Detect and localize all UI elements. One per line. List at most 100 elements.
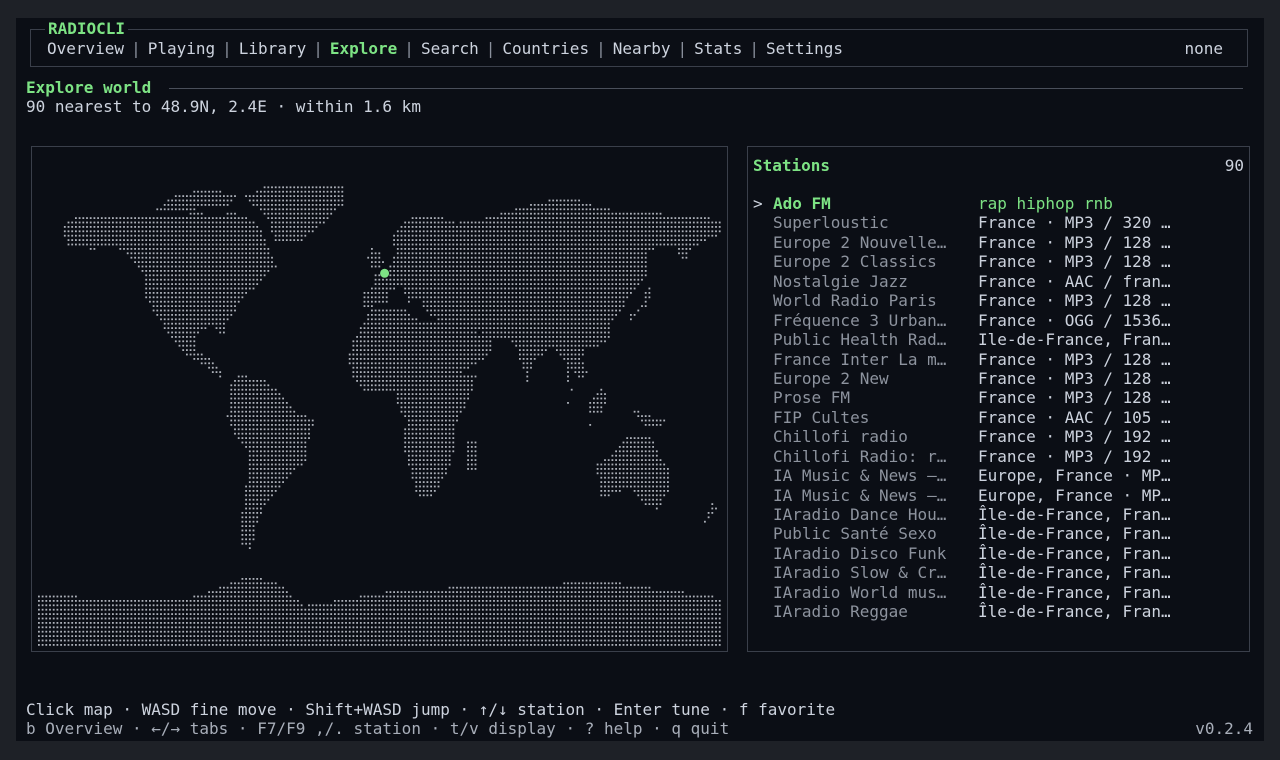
map-land-dot (463, 230, 466, 233)
tab-playing[interactable]: Playing (148, 38, 215, 60)
map-land-dot (208, 217, 210, 219)
map-land-dot (445, 234, 447, 237)
map-land-dot (437, 314, 440, 316)
map-land-dot (511, 212, 514, 215)
map-land-dot (574, 331, 577, 334)
tab-settings[interactable]: Settings (766, 38, 843, 60)
map-land-dot (367, 344, 370, 347)
map-land-dot (134, 217, 136, 219)
map-land-dot (160, 230, 162, 233)
map-land-dot (530, 239, 532, 241)
map-land-dot (500, 287, 503, 290)
map-land-dot (137, 239, 140, 241)
tab-countries[interactable]: Countries (502, 38, 589, 60)
map-land-dot (448, 305, 451, 307)
map-land-dot (652, 226, 654, 228)
map-land-dot (208, 358, 210, 360)
map-land-dot (618, 490, 621, 492)
map-land-dot (408, 415, 410, 417)
tab-stats[interactable]: Stats (694, 38, 742, 60)
map-land-dot (204, 217, 207, 219)
map-land-dot (522, 212, 525, 215)
world-map[interactable] (32, 147, 727, 651)
map-land-dot (289, 428, 292, 431)
map-land-dot (589, 340, 592, 343)
map-land-dot (178, 322, 181, 325)
tab-overview[interactable]: Overview (47, 38, 124, 60)
map-land-dot (367, 366, 370, 369)
world-map-panel[interactable] (31, 146, 728, 652)
map-land-dot (248, 256, 251, 259)
tab-search[interactable]: Search (421, 38, 479, 60)
map-land-dot (389, 353, 392, 356)
map-land-dot (618, 476, 621, 479)
map-land-dot (404, 406, 407, 409)
map-land-dot (426, 252, 429, 255)
map-land-dot (678, 252, 680, 255)
map-land-dot (149, 234, 151, 237)
map-land-dot (78, 221, 81, 224)
map-land-dot (578, 199, 580, 202)
map-land-dot (544, 212, 547, 215)
map-land-dot (622, 226, 625, 228)
map-land-dot (404, 221, 407, 224)
map-land-dot (137, 230, 140, 233)
map-land-dot (400, 402, 403, 404)
map-land-dot (478, 344, 481, 347)
map-land-dot (689, 226, 691, 228)
map-land-dot (448, 375, 451, 378)
map-land-dot (522, 252, 525, 255)
map-land-dot (178, 195, 181, 197)
map-land-dot (156, 226, 159, 228)
map-land-dot (507, 248, 510, 250)
map-land-dot (604, 481, 606, 483)
map-land-dot (245, 375, 247, 378)
map-land-dot (382, 278, 384, 281)
map-land-dot (156, 309, 159, 312)
map-land-dot (493, 336, 495, 338)
tab-nearby[interactable]: Nearby (613, 38, 671, 60)
map-land-dot (274, 463, 277, 466)
map-land-dot (482, 226, 484, 228)
map-land-dot (593, 402, 595, 404)
map-land-dot (256, 239, 259, 241)
map-land-dot (652, 450, 654, 453)
map-land-dot (223, 305, 225, 307)
map-land-dot (174, 248, 177, 250)
map-land-dot (211, 234, 214, 237)
map-land-dot (541, 204, 543, 206)
map-land-dot (711, 226, 714, 228)
map-land-dot (237, 437, 240, 439)
map-land-dot (241, 432, 244, 435)
map-land-dot (385, 384, 388, 387)
map-land-dot (637, 494, 640, 497)
map-land-dot (596, 256, 599, 259)
map-land-dot (596, 305, 599, 307)
map-land-dot (396, 371, 399, 373)
map-land-dot (104, 221, 107, 224)
map-land-dot (186, 322, 188, 325)
map-land-dot (630, 252, 632, 255)
map-land-dot (541, 336, 543, 338)
map-land-dot (663, 468, 666, 470)
map-land-dot (426, 270, 429, 272)
map-land-dot (289, 419, 292, 422)
map-land-dot (371, 309, 373, 312)
map-land-dot (311, 212, 314, 215)
map-land-dot (470, 314, 473, 316)
map-land-dot (371, 318, 373, 321)
map-land-dot (248, 437, 251, 439)
map-land-dot (152, 217, 155, 219)
map-land-dot (552, 239, 555, 241)
map-land-dot (422, 397, 425, 400)
map-land-dot (504, 270, 506, 272)
map-land-dot (271, 424, 273, 426)
map-land-dot (570, 278, 573, 281)
map-land-dot (426, 432, 429, 435)
tab-explore[interactable]: Explore (330, 38, 397, 60)
map-land-dot (278, 476, 281, 479)
map-land-dot (567, 322, 569, 325)
map-land-dot (252, 230, 255, 233)
map-land-dot (396, 270, 399, 272)
tab-library[interactable]: Library (239, 38, 306, 60)
